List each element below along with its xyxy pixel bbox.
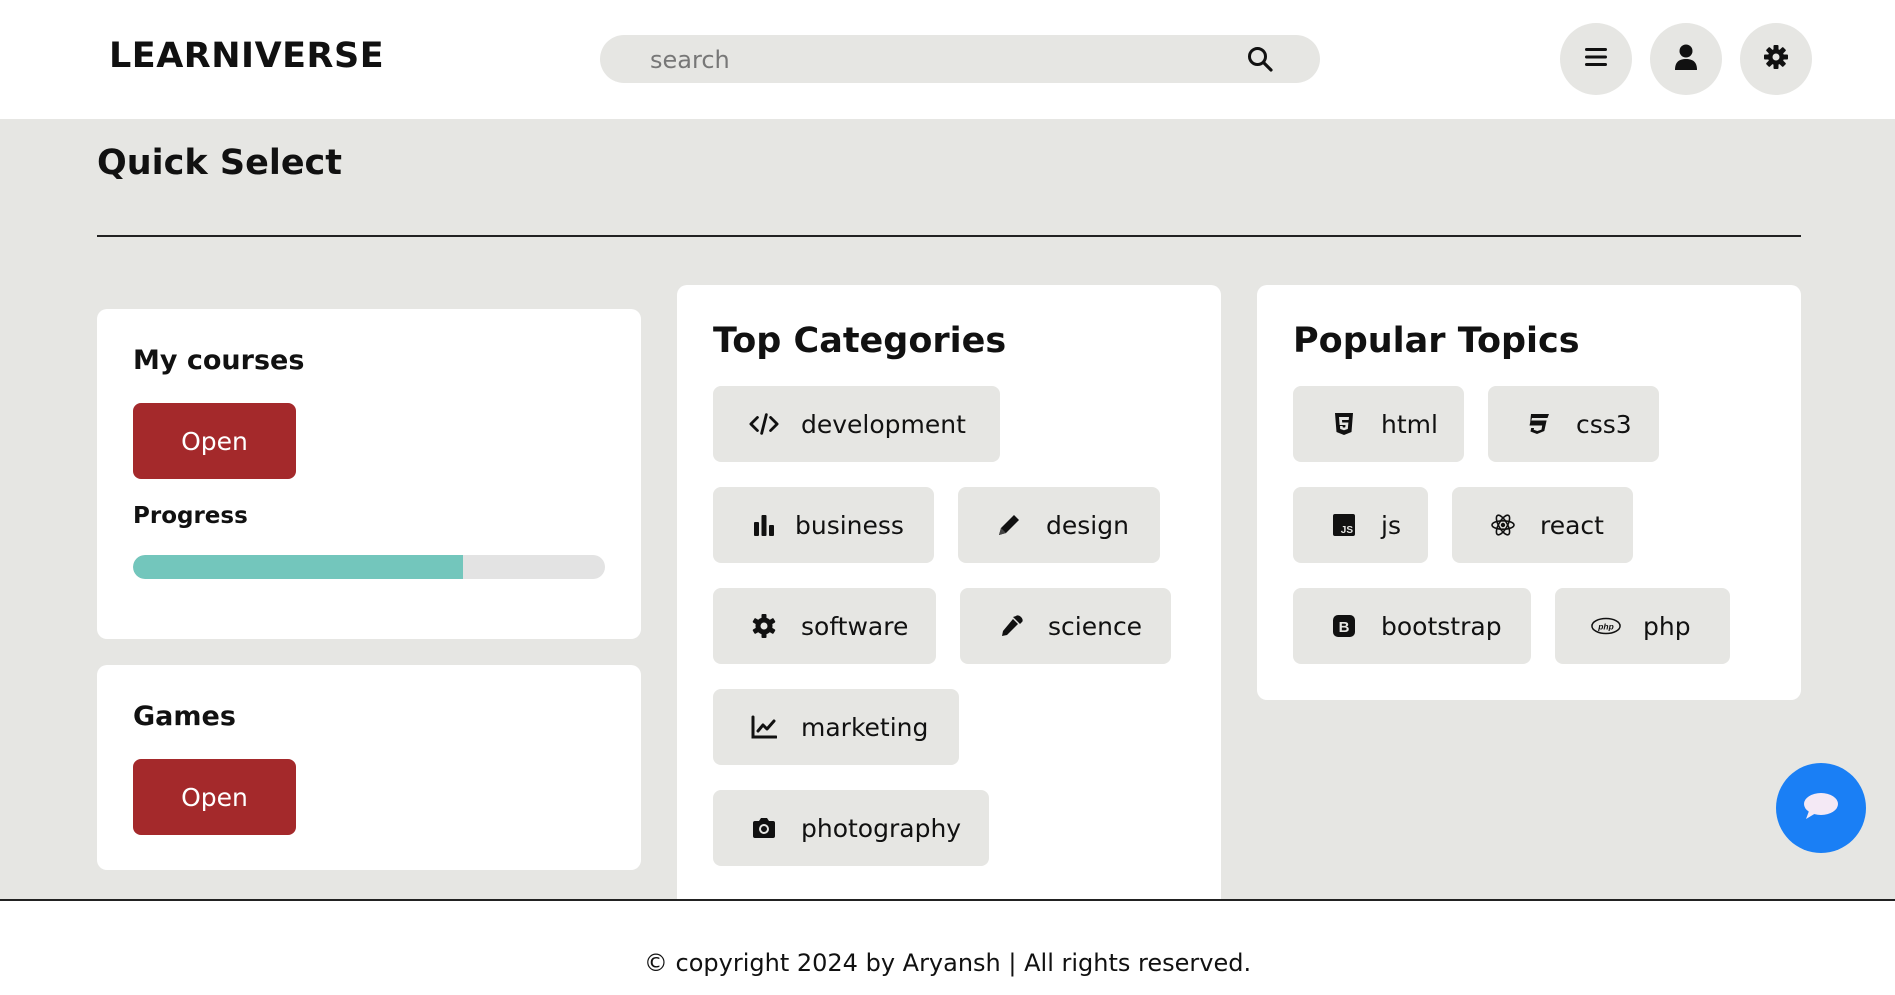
category-label: marketing [801,712,929,742]
svg-text:JS: JS [1341,525,1354,536]
category-label: design [1046,510,1129,540]
topic-css3[interactable]: css3 [1488,386,1659,462]
my-courses-card: My courses Open Progress [97,309,641,639]
games-open-button[interactable]: Open [133,759,296,835]
category-business[interactable]: business [713,487,934,563]
chat-icon [1801,790,1841,826]
topic-html[interactable]: html [1293,386,1464,462]
react-icon [1488,510,1518,540]
topic-react[interactable]: react [1452,487,1633,563]
category-design[interactable]: design [958,487,1160,563]
html5-icon [1329,409,1359,439]
topic-label: php [1643,611,1691,641]
progress-label: Progress [133,503,248,529]
category-development[interactable]: development [713,386,1000,462]
svg-text:B: B [1339,619,1350,636]
footer: © copyright 2024 by Aryansh | All rights… [0,899,1895,995]
category-marketing[interactable]: marketing [713,689,959,765]
topic-js[interactable]: JS js [1293,487,1428,563]
games-title: Games [133,701,236,732]
svg-text:php: php [1597,621,1613,631]
games-card: Games Open [97,665,641,870]
chat-button[interactable] [1776,763,1866,853]
topic-label: html [1381,409,1438,439]
category-label: science [1048,611,1143,641]
code-icon [749,409,779,439]
menu-button[interactable] [1560,23,1632,95]
user-button[interactable] [1650,23,1722,95]
pipette-icon [996,611,1026,641]
settings-button[interactable] [1740,23,1812,95]
camera-icon [749,813,779,843]
top-categories-card: Top Categories development business desi… [677,285,1221,915]
user-icon [1674,44,1698,74]
php-icon: php [1591,611,1621,641]
search-icon[interactable] [1246,45,1274,73]
header: LEARNIVERSE [0,0,1895,119]
my-courses-open-button[interactable]: Open [133,403,296,479]
topic-bootstrap[interactable]: B bootstrap [1293,588,1531,664]
logo[interactable]: LEARNIVERSE [109,36,384,76]
bootstrap-icon: B [1329,611,1359,641]
category-software[interactable]: software [713,588,936,664]
category-label: software [801,611,909,641]
progress-fill [133,555,464,579]
category-science[interactable]: science [960,588,1171,664]
js-icon: JS [1329,510,1359,540]
divider [97,235,1801,237]
topic-label: css3 [1576,409,1632,439]
menu-icon [1585,47,1607,71]
progress-bar [133,555,605,579]
main-content: Quick Select My courses Open Progress Ga… [0,119,1895,915]
category-label: business [795,510,904,540]
topic-label: bootstrap [1381,611,1502,641]
my-courses-title: My courses [133,345,305,376]
popular-topics-card: Popular Topics html css3 JS js react B b… [1257,285,1801,700]
copyright-text: © copyright 2024 by Aryansh | All rights… [643,949,1252,977]
pencil-icon [994,510,1024,540]
page-title: Quick Select [97,143,343,183]
topic-label: react [1540,510,1604,540]
line-chart-icon [749,712,779,742]
gear-icon [749,611,779,641]
css3-icon [1524,409,1554,439]
category-label: development [801,409,966,439]
topic-label: js [1381,510,1401,540]
category-photography[interactable]: photography [713,790,989,866]
top-categories-title: Top Categories [713,321,1007,361]
bar-chart-icon [749,510,779,540]
search-bar[interactable] [600,35,1320,85]
category-label: photography [801,813,962,843]
topic-php[interactable]: php php [1555,588,1730,664]
popular-topics-title: Popular Topics [1293,321,1580,361]
search-input[interactable] [648,35,1212,85]
gear-icon [1763,44,1789,74]
